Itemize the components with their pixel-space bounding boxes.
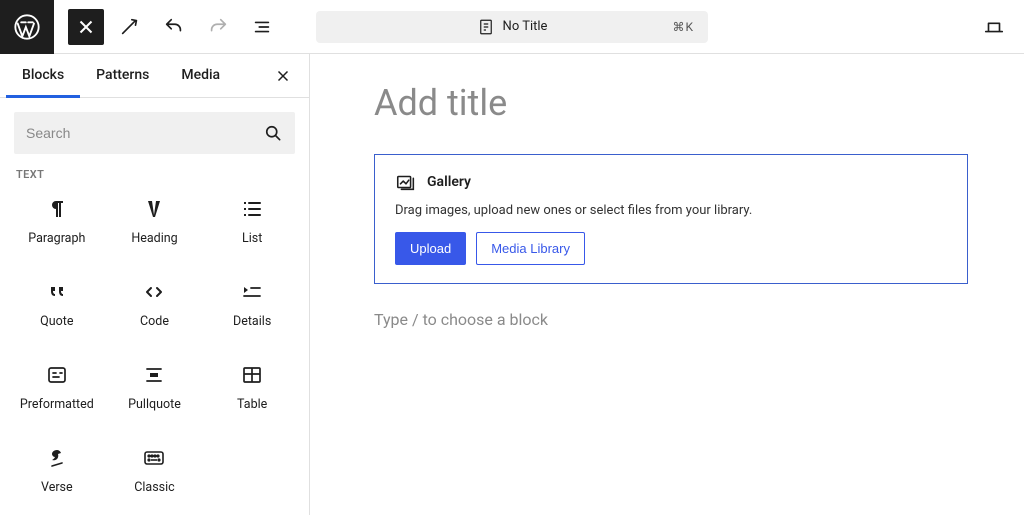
block-table[interactable]: Table bbox=[203, 357, 301, 418]
media-library-button[interactable]: Media Library bbox=[476, 232, 585, 265]
gallery-label: Gallery bbox=[427, 174, 471, 190]
block-list[interactable]: List bbox=[203, 191, 301, 252]
table-icon bbox=[240, 363, 264, 387]
tools-button[interactable] bbox=[112, 9, 148, 45]
editor-canvas: Add title Gallery Drag images, upload ne… bbox=[310, 54, 1024, 515]
category-label: TEXT bbox=[0, 168, 309, 181]
page-icon bbox=[477, 18, 495, 36]
verse-icon bbox=[45, 446, 69, 470]
search-input[interactable] bbox=[26, 125, 263, 141]
tab-blocks[interactable]: Blocks bbox=[6, 55, 80, 98]
command-shortcut: ⌘K bbox=[672, 20, 694, 34]
paragraph-icon bbox=[45, 197, 69, 221]
heading-icon bbox=[142, 197, 166, 221]
workspace: Blocks Patterns Media TEXT Paragraph Hea… bbox=[0, 54, 1024, 515]
paragraph-placeholder[interactable]: Type / to choose a block bbox=[374, 310, 968, 329]
block-verse[interactable]: Verse bbox=[8, 440, 106, 501]
block-details[interactable]: Details bbox=[203, 274, 301, 335]
classic-icon bbox=[142, 446, 166, 470]
search-icon bbox=[263, 123, 283, 143]
close-inserter-button[interactable] bbox=[68, 9, 104, 45]
gallery-block[interactable]: Gallery Drag images, upload new ones or … bbox=[374, 154, 968, 284]
quote-icon bbox=[45, 280, 69, 304]
block-inserter-panel: Blocks Patterns Media TEXT Paragraph Hea… bbox=[0, 54, 310, 515]
block-classic[interactable]: Classic bbox=[106, 440, 204, 501]
wordpress-logo[interactable] bbox=[0, 0, 54, 54]
gallery-description: Drag images, upload new ones or select f… bbox=[395, 203, 947, 218]
search-field[interactable] bbox=[14, 112, 295, 154]
post-title-input[interactable]: Add title bbox=[374, 82, 968, 124]
gallery-actions: Upload Media Library bbox=[395, 232, 947, 265]
tab-patterns[interactable]: Patterns bbox=[80, 55, 165, 98]
block-pullquote[interactable]: Pullquote bbox=[106, 357, 204, 418]
block-heading[interactable]: Heading bbox=[106, 191, 204, 252]
preformatted-icon bbox=[45, 363, 69, 387]
list-icon bbox=[240, 197, 264, 221]
gallery-header: Gallery bbox=[395, 171, 947, 193]
code-icon bbox=[142, 280, 166, 304]
block-code[interactable]: Code bbox=[106, 274, 204, 335]
upload-button[interactable]: Upload bbox=[395, 232, 466, 265]
block-grid: Paragraph Heading List Quote Code Detail… bbox=[0, 181, 309, 511]
document-overview-button[interactable] bbox=[244, 9, 280, 45]
editor-toolbar: No Title ⌘K bbox=[0, 0, 1024, 54]
document-title-bar[interactable]: No Title ⌘K bbox=[316, 11, 708, 43]
gallery-icon bbox=[395, 171, 417, 193]
details-icon bbox=[240, 280, 264, 304]
block-preformatted[interactable]: Preformatted bbox=[8, 357, 106, 418]
redo-button[interactable] bbox=[200, 9, 236, 45]
block-paragraph[interactable]: Paragraph bbox=[8, 191, 106, 252]
view-button[interactable] bbox=[978, 11, 1010, 43]
block-quote[interactable]: Quote bbox=[8, 274, 106, 335]
document-title: No Title bbox=[503, 19, 548, 34]
undo-button[interactable] bbox=[156, 9, 192, 45]
inserter-tabs: Blocks Patterns Media bbox=[0, 54, 309, 98]
tab-media[interactable]: Media bbox=[165, 55, 236, 98]
pullquote-icon bbox=[142, 363, 166, 387]
search-wrap bbox=[0, 98, 309, 168]
close-panel-button[interactable] bbox=[269, 62, 297, 90]
